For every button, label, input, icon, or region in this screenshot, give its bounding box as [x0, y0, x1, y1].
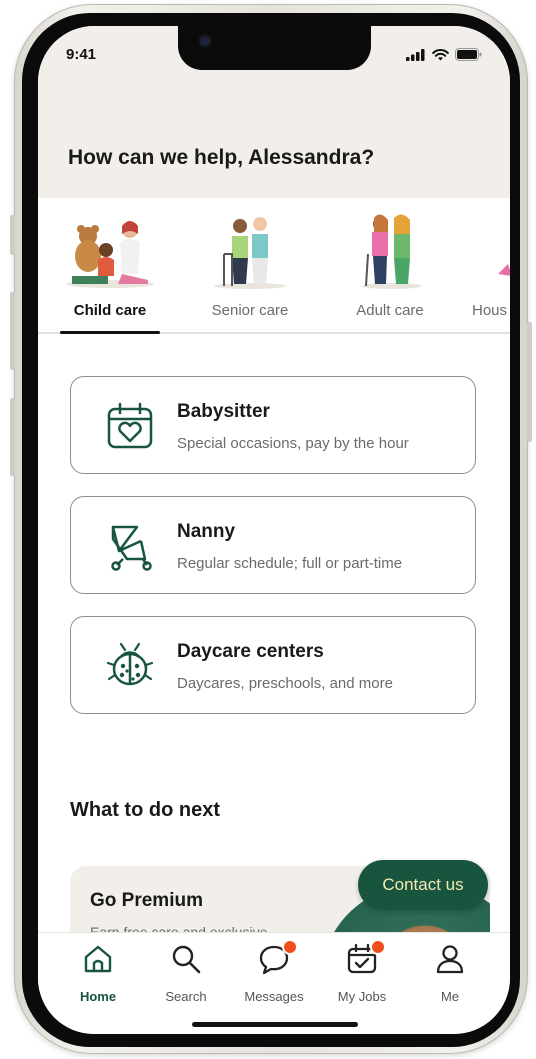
tab-housekeeping[interactable]: Hous: [458, 198, 510, 338]
service-subtitle: Special occasions, pay by the hour: [177, 435, 409, 452]
care-category-tabs: Child care Senior care Adult care Hous: [38, 198, 510, 338]
service-title: Babysitter: [177, 401, 270, 422]
front-camera: [200, 36, 210, 46]
home-indicator: [192, 1022, 358, 1027]
status-icons: [406, 48, 482, 61]
child-care-illustration: [66, 221, 154, 288]
calendar-heart-icon: [107, 402, 153, 449]
nav-label: My Jobs: [337, 989, 387, 1004]
contact-us-button[interactable]: Contact us: [358, 860, 488, 910]
nav-label: Home: [79, 989, 117, 1004]
service-card-daycare[interactable]: Daycare centers Daycares, preschools, an…: [70, 616, 476, 714]
housekeeping-illustration: [498, 264, 510, 276]
notch: [178, 26, 371, 70]
status-time: 9:41: [66, 46, 97, 63]
nav-label: Search: [165, 989, 207, 1004]
screen: 9:41 How can we help, Alessandra? Child …: [38, 26, 510, 1034]
tab-label: Senior care: [211, 302, 289, 319]
adult-care-illustration: [362, 214, 422, 289]
nav-my-jobs[interactable]: My Jobs: [322, 939, 402, 1013]
premium-title: Go Premium: [90, 890, 203, 911]
tab-label: Adult care: [356, 302, 424, 319]
service-title: Daycare centers: [177, 641, 324, 662]
nav-search[interactable]: Search: [146, 943, 226, 1013]
service-subtitle: Daycares, preschools, and more: [177, 675, 393, 692]
nav-messages[interactable]: Messages: [234, 939, 314, 1013]
section-title-next: What to do next: [70, 799, 220, 821]
nav-me[interactable]: Me: [410, 943, 490, 1013]
active-tab-indicator: [60, 331, 160, 334]
stroller-icon: [111, 525, 152, 571]
service-card-babysitter[interactable]: Babysitter Special occasions, pay by the…: [70, 376, 476, 474]
jobs-badge: [370, 939, 386, 955]
home-icon: [84, 945, 112, 973]
nav-label: Messages: [244, 989, 304, 1004]
nav-home[interactable]: Home: [58, 943, 138, 1013]
senior-care-illustration: [214, 217, 286, 289]
greeting-heading: How can we help, Alessandra?: [68, 146, 375, 169]
messages-badge: [282, 939, 298, 955]
side-button-silent: [10, 215, 15, 255]
service-card-nanny[interactable]: Nanny Regular schedule; full or part-tim…: [70, 496, 476, 594]
search-icon: [172, 945, 201, 974]
wifi-icon: [432, 48, 449, 60]
battery-icon: [455, 48, 482, 61]
tab-adult-care[interactable]: Adult care: [330, 198, 450, 338]
tab-senior-care[interactable]: Senior care: [190, 198, 310, 338]
service-title: Nanny: [177, 521, 236, 542]
side-button-power: [527, 322, 532, 442]
service-subtitle: Regular schedule; full or part-time: [177, 555, 403, 572]
ladybug-icon: [106, 642, 154, 686]
side-button-volume-up: [10, 292, 15, 370]
profile-icon: [436, 945, 464, 974]
tab-label: Hous: [472, 302, 508, 319]
tab-child-care[interactable]: Child care: [50, 198, 170, 338]
side-button-volume-down: [10, 398, 15, 476]
nav-label: Me: [440, 989, 460, 1004]
signal-icon: [406, 48, 425, 61]
bottom-nav: Home Search Messages My Jobs Me: [38, 932, 510, 1034]
tab-label: Child care: [73, 302, 147, 319]
